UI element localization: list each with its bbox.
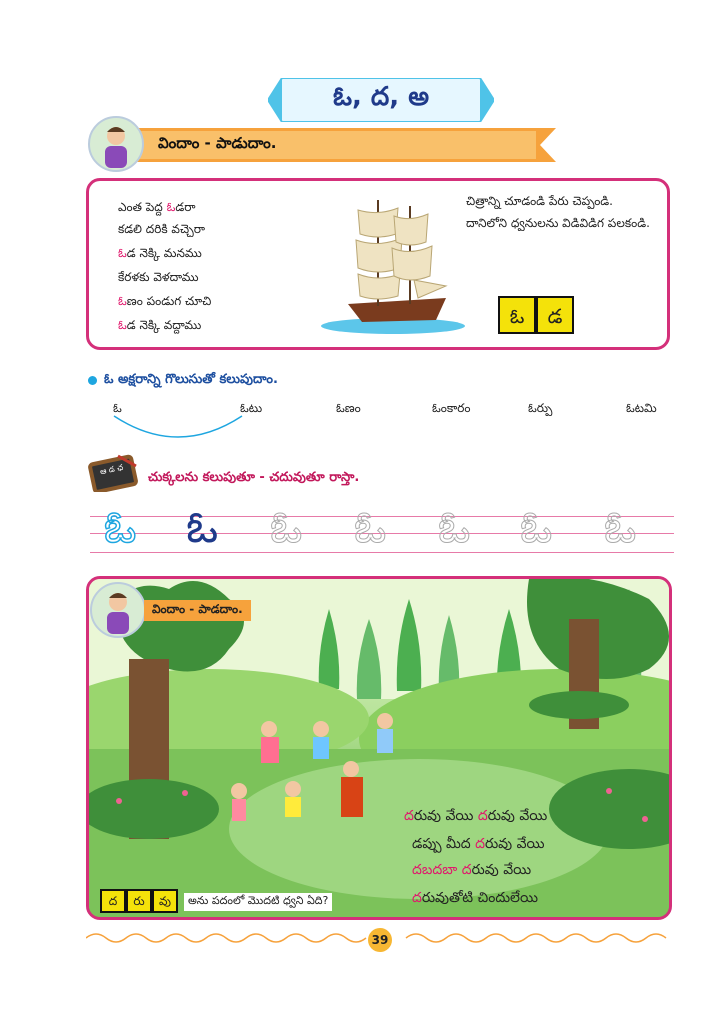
page-number: 39 [368, 928, 392, 952]
trace-dotted-letter[interactable]: ఓ [603, 505, 636, 550]
singer-avatar [90, 582, 146, 638]
song-line: దరువు వేయి దరువు వేయి [404, 808, 548, 824]
trace-dotted-letter[interactable]: ఓ [353, 505, 386, 550]
sound-box: డ [536, 296, 574, 334]
page-title: ఓ, ద, అ [332, 82, 430, 112]
song-line: డప్పు మీద దరువు వేయి [412, 836, 545, 852]
word-option[interactable]: ఓటమి [626, 401, 657, 418]
hint-text: చిత్రాన్ని చూడండి పేరు చెప్పండి. [466, 194, 613, 208]
poem-line: కేరళకు వెళదాము [118, 270, 199, 284]
word-option[interactable]: ఓణం [336, 401, 361, 418]
song-line: దరువుతోటి చిందులేయి [412, 890, 538, 906]
trace-dotted-letter[interactable]: ఓ [269, 505, 302, 550]
poem-line: ఓణం పండుగ చూచి [118, 294, 212, 308]
chain-instruction: ఓ అక్షరాన్ని గొలుసుతో కలుపుదాం. [104, 372, 278, 387]
section-heading: విందాం - పాడుదాం. [158, 134, 277, 152]
poem-line: ఎంత పెద్ద ఓడరా [118, 200, 196, 214]
word-option[interactable]: ఓర్పు [528, 401, 552, 418]
word-box: ద [100, 889, 126, 913]
sound-box: ఓ [498, 296, 536, 334]
trace-solid-letter: ఓ [186, 502, 219, 553]
connector-curve [113, 415, 243, 438]
trace-instruction: చుక్కలను కలుపుతూ - చదువుతూ రాస్తా. [148, 470, 360, 485]
trace-demo-letter: ఓ [103, 502, 137, 553]
word-box: రు [126, 889, 152, 913]
trace-dotted-letter[interactable]: ఓ [437, 505, 470, 550]
singer-avatar [88, 116, 144, 172]
poem-line: ఓడ నెక్కి వద్దాము [118, 318, 202, 332]
ship-illustration [321, 200, 465, 334]
question-text: అను పదంలో మొదటి ధ్వని ఏది? [184, 893, 333, 911]
word-box: వు [152, 889, 178, 913]
poem-line: కడలి దరికి వచ్చెరా [118, 222, 205, 236]
scene-panel [86, 576, 672, 920]
trace-dotted-letter[interactable]: ఓ [519, 505, 552, 550]
hint-text: దానిలోని ధ్వనులను విడివిడిగ పలకండి. [466, 216, 650, 230]
poem-line: ఓడ నెక్కి మనము [118, 246, 202, 260]
bullet-icon [88, 376, 97, 385]
scene-heading: విందాం - పాడదాం. [144, 600, 251, 621]
word-option[interactable]: ఓంకారం [432, 401, 470, 418]
park-illustration [89, 579, 669, 917]
song-line: దబదబా దరువు వేయి [412, 862, 532, 878]
